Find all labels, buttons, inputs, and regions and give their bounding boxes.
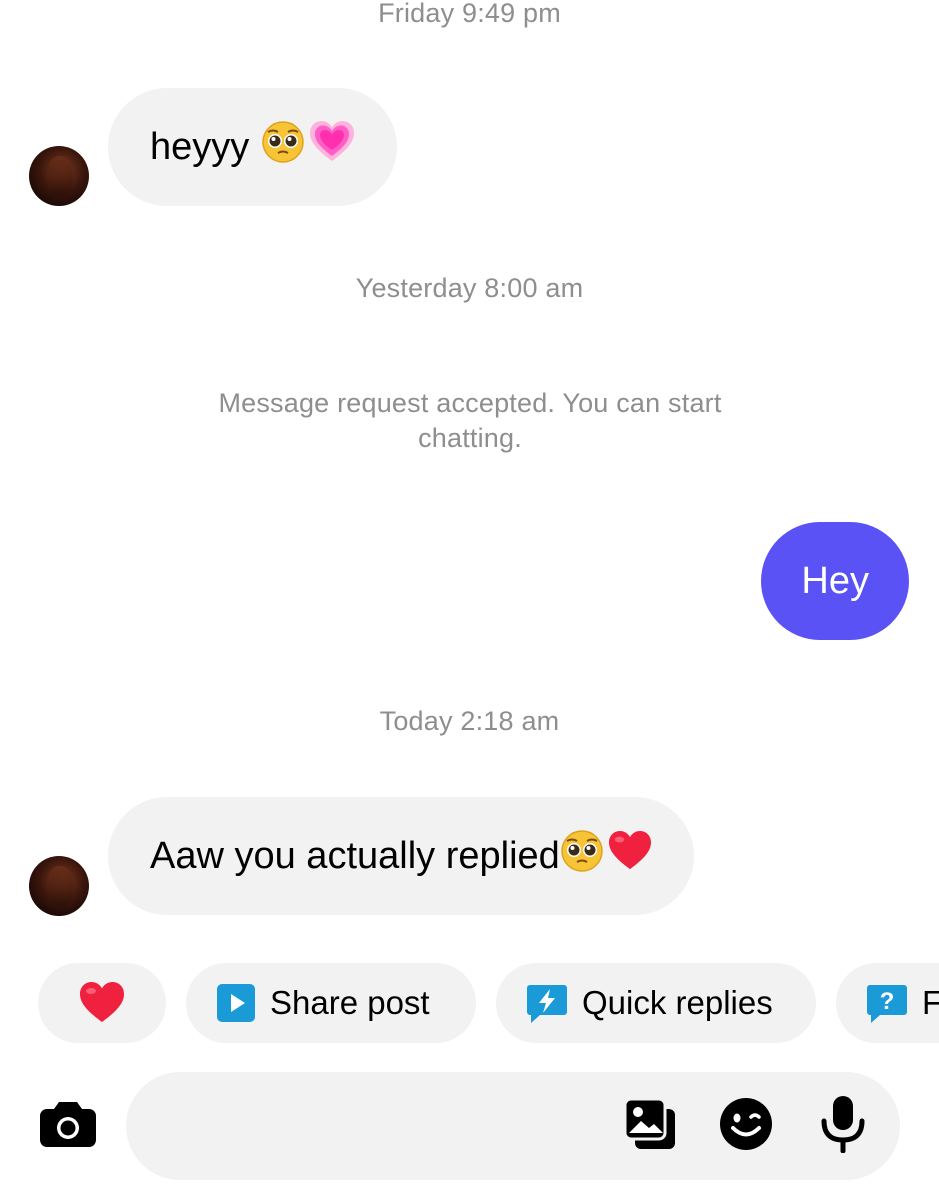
timestamp-today: Today 2:18 am <box>379 706 560 736</box>
camera-button[interactable] <box>38 1100 98 1152</box>
svg-text:?: ? <box>880 988 895 1015</box>
chat-screen: Friday 9:49 pm heyyy Yesterday 8:00 am M… <box>0 0 939 1200</box>
contact-avatar[interactable] <box>29 856 89 916</box>
timestamp-yesterday: Yesterday 8:00 am <box>355 273 584 303</box>
gallery-icon <box>623 1097 677 1156</box>
camera-icon <box>39 1100 97 1153</box>
outgoing-message-bubble[interactable]: Hey <box>761 522 909 640</box>
share-post-chip[interactable]: Share post <box>186 963 476 1043</box>
lightning-bubble-icon <box>526 982 568 1024</box>
system-message: Message request accepted. You can start … <box>218 388 722 453</box>
play-square-icon <box>216 983 256 1023</box>
message-text: Aaw you actually replied <box>150 834 560 877</box>
question-bubble-icon: ? <box>866 982 908 1024</box>
message-composer <box>126 1072 900 1180</box>
chip-label: Quick replies <box>582 984 773 1021</box>
red-heart-icon <box>79 981 125 1025</box>
red-heart-emoji <box>608 830 652 882</box>
contact-avatar[interactable] <box>29 146 89 206</box>
timestamp-friday: Friday 9:49 pm <box>378 0 561 28</box>
gallery-button[interactable] <box>622 1097 678 1156</box>
microphone-icon <box>820 1095 866 1158</box>
incoming-message-bubble[interactable]: heyyy <box>108 88 398 206</box>
chip-label: F <box>922 984 939 1021</box>
pleading-face-emoji <box>261 120 305 174</box>
message-text: heyyy <box>150 125 250 168</box>
faq-chip[interactable]: ? F <box>836 963 939 1043</box>
chip-label: Share post <box>270 984 430 1021</box>
quick-replies-chip[interactable]: Quick replies <box>496 963 816 1043</box>
message-text: Hey <box>801 559 869 602</box>
sticker-icon <box>719 1097 773 1156</box>
send-heart-chip[interactable] <box>38 963 166 1043</box>
message-input[interactable] <box>162 1096 602 1156</box>
sticker-button[interactable] <box>718 1097 774 1156</box>
voice-message-button[interactable] <box>818 1095 868 1158</box>
incoming-message-bubble[interactable]: Aaw you actually replied <box>108 797 694 915</box>
growing-heart-emoji <box>309 120 355 174</box>
pleading-face-emoji <box>560 829 604 883</box>
quick-actions-bar: Share post Quick replies ? F <box>38 963 939 1043</box>
